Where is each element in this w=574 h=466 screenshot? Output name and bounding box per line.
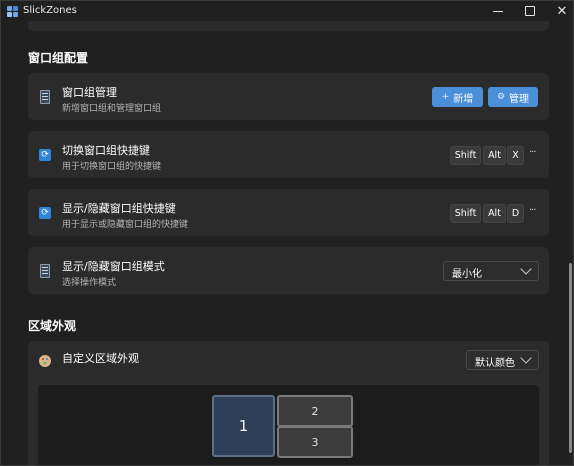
chevron-down-icon — [520, 352, 532, 364]
hotkey-key-shift[interactable]: Shift — [450, 146, 481, 165]
hotkey-key-shift[interactable]: Shift — [450, 204, 481, 223]
gear-icon: ⚙ — [496, 92, 506, 102]
mode-select-value: 最小化 — [452, 269, 482, 280]
card-title: 切换窗口组快捷键 — [62, 144, 150, 157]
close-button[interactable]: ✕ — [545, 1, 573, 21]
app-logo-icon — [7, 6, 18, 17]
settings-scroll-area[interactable]: 窗口组配置 窗口组管理 新增窗口组和管理窗口组 + 新增 ⚙ 管理 ⟳ 切换窗口… — [1, 21, 573, 465]
sync-icon: ⟳ — [39, 148, 51, 162]
card-subtitle: 选择操作模式 — [62, 278, 117, 288]
card-custom-zone-appearance: 自定义区域外观 默认颜色 1 2 3 — [28, 341, 549, 465]
card-subtitle: 新增窗口组和管理窗口组 — [62, 104, 162, 114]
hotkey-key-alt[interactable]: Alt — [483, 146, 506, 165]
document-list-icon — [39, 90, 51, 104]
zone-1[interactable]: 1 — [212, 395, 275, 457]
chevron-down-icon — [520, 263, 532, 275]
zone-layout-preview: 1 2 3 — [38, 385, 539, 465]
hotkey-key-letter[interactable]: X — [507, 146, 524, 165]
zone-2[interactable]: 2 — [277, 395, 353, 427]
maximize-icon — [525, 6, 535, 16]
section-title-zone-appearance: 区域外观 — [28, 319, 77, 333]
minimize-icon — [493, 10, 503, 12]
more-options-icon[interactable]: ··· — [529, 147, 536, 158]
manage-groups-button[interactable]: ⚙ 管理 — [488, 87, 538, 107]
card-toggle-group-mode: 显示/隐藏窗口组模式 选择操作模式 最小化 — [28, 247, 549, 294]
hotkey-key-alt[interactable]: Alt — [483, 204, 506, 223]
card-toggle-group-hotkey: ⟳ 显示/隐藏窗口组快捷键 用于显示或隐藏窗口组的快捷键 Shift Alt D… — [28, 189, 549, 236]
card-window-group-management: 窗口组管理 新增窗口组和管理窗口组 + 新增 ⚙ 管理 — [28, 73, 549, 120]
sync-icon: ⟳ — [39, 206, 51, 220]
add-group-button[interactable]: + 新增 — [432, 87, 483, 107]
plus-icon: + — [441, 92, 450, 102]
zone-3[interactable]: 3 — [277, 426, 353, 458]
appearance-color-value: 默认颜色 — [475, 358, 515, 369]
section-title-window-groups: 窗口组配置 — [28, 51, 89, 65]
previous-card-bottom — [28, 21, 549, 31]
minimize-button[interactable] — [481, 1, 515, 21]
mode-select[interactable]: 最小化 — [443, 261, 539, 281]
add-group-label: 新增 — [453, 93, 474, 105]
vertical-scrollbar[interactable] — [569, 263, 572, 453]
title-bar[interactable]: SlickZones ✕ — [1, 1, 573, 21]
card-title: 窗口组管理 — [62, 86, 117, 99]
card-title: 显示/隐藏窗口组快捷键 — [62, 202, 176, 215]
maximize-button[interactable] — [513, 1, 547, 21]
manage-groups-label: 管理 — [509, 93, 530, 105]
card-subtitle: 用于切换窗口组的快捷键 — [62, 162, 162, 172]
more-options-icon[interactable]: ··· — [529, 205, 536, 216]
card-subtitle: 用于显示或隐藏窗口组的快捷键 — [62, 220, 189, 230]
document-list-icon — [39, 264, 51, 278]
card-title: 显示/隐藏窗口组模式 — [62, 260, 165, 273]
hotkey-key-letter[interactable]: D — [507, 204, 524, 223]
app-window: SlickZones ✕ 窗口组配置 窗口组管理 新增窗口组和管理窗口组 + 新… — [0, 0, 574, 466]
appearance-color-select[interactable]: 默认颜色 — [466, 350, 539, 370]
card-title: 自定义区域外观 — [62, 352, 139, 365]
window-title: SlickZones — [23, 5, 77, 16]
card-switch-group-hotkey: ⟳ 切换窗口组快捷键 用于切换窗口组的快捷键 Shift Alt X ··· — [28, 131, 549, 178]
palette-icon — [39, 354, 51, 368]
close-icon: ✕ — [556, 3, 568, 19]
